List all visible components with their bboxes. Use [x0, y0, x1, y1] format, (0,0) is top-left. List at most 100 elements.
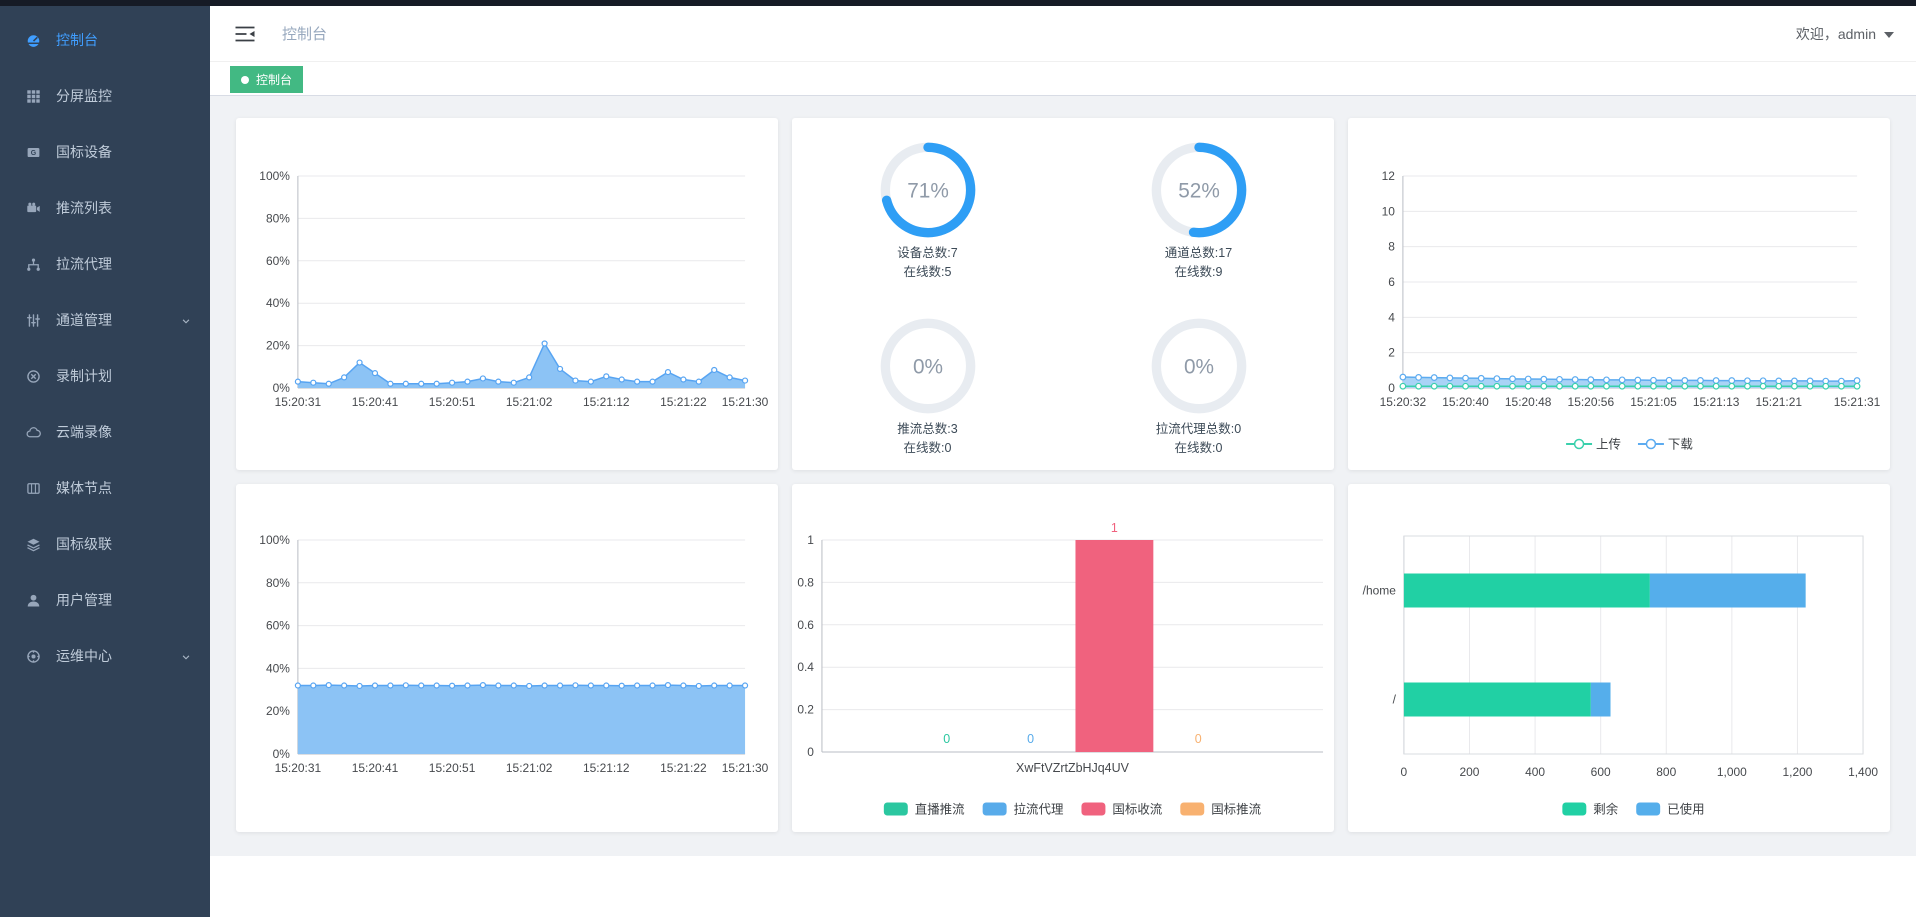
svg-text:1,000: 1,000 — [1717, 765, 1747, 779]
gauge-2: 0%推流总数:3在线数:0 — [792, 294, 1063, 470]
memory-chart: 0%20%40%60%80%100%15:20:3115:20:4115:20:… — [236, 484, 778, 832]
disk-panel: 02004006008001,0001,2001,400/home/剩余已使用 — [1348, 484, 1890, 832]
tabbar: 控制台 — [210, 62, 1916, 96]
dashboard-icon — [26, 33, 41, 48]
svg-text:60%: 60% — [266, 619, 290, 633]
sidebar-item-label: 拉流代理 — [56, 254, 112, 274]
sidebar-item-label: 运维中心 — [56, 646, 112, 666]
sidebar-collapse-icon[interactable] — [234, 24, 256, 44]
svg-text:0: 0 — [1388, 381, 1395, 395]
sidebar-item-ops-center[interactable]: 运维中心 — [0, 628, 210, 684]
svg-text:15:20:56: 15:20:56 — [1568, 395, 1615, 409]
sidebar-item-record-plan[interactable]: 录制计划 — [0, 348, 210, 404]
svg-text:100%: 100% — [259, 169, 290, 183]
svg-text:XwFtVZrtZbHJq4UV: XwFtVZrtZbHJq4UV — [1016, 761, 1130, 775]
sidebar-item-split-monitor[interactable]: 分屏监控 — [0, 68, 210, 124]
svg-text:15:20:41: 15:20:41 — [352, 395, 399, 409]
sidebar-item-label: 通道管理 — [56, 310, 112, 330]
svg-text:71%: 71% — [907, 179, 949, 202]
gauge-0: 71% 设备总数:7 在线数:5 — [792, 118, 1063, 294]
gauge-online-label: 在线数:5 — [904, 264, 952, 280]
svg-text:15:21:31: 15:21:31 — [1834, 395, 1881, 409]
svg-text:1: 1 — [807, 533, 814, 547]
gauge-1: 52%通道总数:17在线数:9 — [1063, 118, 1334, 294]
svg-text:20%: 20% — [266, 704, 290, 718]
sidebar-item-label: 媒体节点 — [56, 478, 112, 498]
svg-text:15:20:31: 15:20:31 — [275, 761, 322, 775]
svg-text:800: 800 — [1656, 765, 1676, 779]
tab-active-dot — [241, 76, 249, 84]
svg-text:15:21:30: 15:21:30 — [722, 761, 769, 775]
gauge-total-label: 通道总数:17 — [1165, 245, 1232, 261]
pull-proxy-icon — [26, 257, 41, 272]
svg-text:4: 4 — [1388, 310, 1395, 324]
sidebar-item-dashboard[interactable]: 控制台 — [0, 12, 210, 68]
gb-cascade-icon — [26, 537, 41, 552]
sidebar-item-gb-cascade[interactable]: 国标级联 — [0, 516, 210, 572]
stream-bar-panel: 00.20.40.60.810010XwFtVZrtZbHJq4UV直播推流拉流… — [792, 484, 1334, 832]
svg-text:0%: 0% — [273, 381, 291, 395]
sidebar-item-channel-mgmt[interactable]: 通道管理 — [0, 292, 210, 348]
svg-text:15:21:12: 15:21:12 — [583, 761, 630, 775]
tab-console[interactable]: 控制台 — [230, 66, 303, 93]
svg-text:100%: 100% — [259, 533, 290, 547]
svg-text:G: G — [31, 149, 36, 156]
svg-text:10: 10 — [1382, 204, 1396, 218]
cpu-usage-panel: 0%20%40%60%80%100%15:20:3115:20:4115:20:… — [236, 118, 778, 470]
svg-text:20%: 20% — [266, 339, 290, 353]
sidebar-item-gb-device[interactable]: G 国标设备 — [0, 124, 210, 180]
media-node-icon — [26, 481, 41, 496]
svg-text:15:21:05: 15:21:05 — [1630, 395, 1677, 409]
sidebar-menu: 控制台分屏监控 G 国标设备推流列表拉流代理通道管理录制计划云端录像媒体节点国标级联… — [0, 6, 210, 684]
tab-label: 控制台 — [256, 71, 292, 88]
svg-text:15:21:22: 15:21:22 — [660, 761, 707, 775]
sidebar-item-user-mgmt[interactable]: 用户管理 — [0, 572, 210, 628]
svg-text:0%: 0% — [912, 355, 942, 378]
svg-text:400: 400 — [1525, 765, 1545, 779]
svg-text:15:20:32: 15:20:32 — [1380, 395, 1427, 409]
svg-text:0%: 0% — [1183, 355, 1213, 378]
stream-bar-chart: 00.20.40.60.810010XwFtVZrtZbHJq4UV直播推流拉流… — [792, 484, 1334, 832]
sidebar-item-pull-proxy[interactable]: 拉流代理 — [0, 236, 210, 292]
svg-text:15:20:31: 15:20:31 — [275, 395, 322, 409]
svg-text:15:20:51: 15:20:51 — [429, 761, 476, 775]
split-monitor-icon — [26, 89, 41, 104]
gauge-ring: 52% — [1147, 138, 1251, 242]
svg-text:0%: 0% — [273, 747, 291, 761]
svg-text:80%: 80% — [266, 576, 290, 590]
svg-text:直播推流: 直播推流 — [915, 802, 965, 816]
sidebar-item-media-node[interactable]: 媒体节点 — [0, 460, 210, 516]
topbar: 控制台 欢迎， admin — [210, 6, 1916, 62]
svg-text:上传: 上传 — [1596, 436, 1621, 451]
svg-text:1,200: 1,200 — [1782, 765, 1812, 779]
svg-text:15:21:22: 15:21:22 — [660, 395, 707, 409]
svg-text:0.2: 0.2 — [797, 703, 814, 717]
svg-text:40%: 40% — [266, 296, 290, 310]
network-chart: 02468101215:20:3215:20:4015:20:4815:20:5… — [1348, 118, 1890, 470]
svg-text:0: 0 — [1401, 765, 1408, 779]
svg-text:15:21:13: 15:21:13 — [1693, 395, 1740, 409]
svg-text:国标推流: 国标推流 — [1211, 802, 1261, 816]
svg-text:国标收流: 国标收流 — [1112, 802, 1162, 816]
sidebar-item-label: 国标设备 — [56, 142, 112, 162]
svg-text:下载: 下载 — [1668, 437, 1693, 451]
sidebar-item-push-list[interactable]: 推流列表 — [0, 180, 210, 236]
svg-text:/home: /home — [1363, 583, 1397, 597]
sidebar-item-label: 推流列表 — [56, 198, 112, 218]
svg-text:15:21:21: 15:21:21 — [1755, 395, 1802, 409]
gauge-total-label: 设备总数:7 — [897, 245, 957, 261]
svg-text:40%: 40% — [266, 661, 290, 675]
gauge-ring: 71% — [876, 138, 980, 242]
sidebar-item-label: 国标级联 — [56, 534, 112, 554]
network-panel: 02468101215:20:3215:20:4015:20:4815:20:5… — [1348, 118, 1890, 470]
disk-chart: 02004006008001,0001,2001,400/home/剩余已使用 — [1348, 484, 1890, 832]
svg-text:15:20:48: 15:20:48 — [1505, 395, 1552, 409]
gauge-grid: 71%设备总数:7在线数:552%通道总数:17在线数:90%推流总数:3在线数… — [792, 118, 1334, 470]
svg-text:0: 0 — [1027, 732, 1034, 746]
sidebar-item-cloud-record[interactable]: 云端录像 — [0, 404, 210, 460]
caret-down-icon — [1884, 32, 1894, 38]
svg-text:8: 8 — [1388, 240, 1395, 254]
user-menu[interactable]: 欢迎， admin — [1796, 24, 1894, 44]
sidebar-item-label: 分屏监控 — [56, 86, 112, 106]
cloud-record-icon — [26, 425, 41, 440]
